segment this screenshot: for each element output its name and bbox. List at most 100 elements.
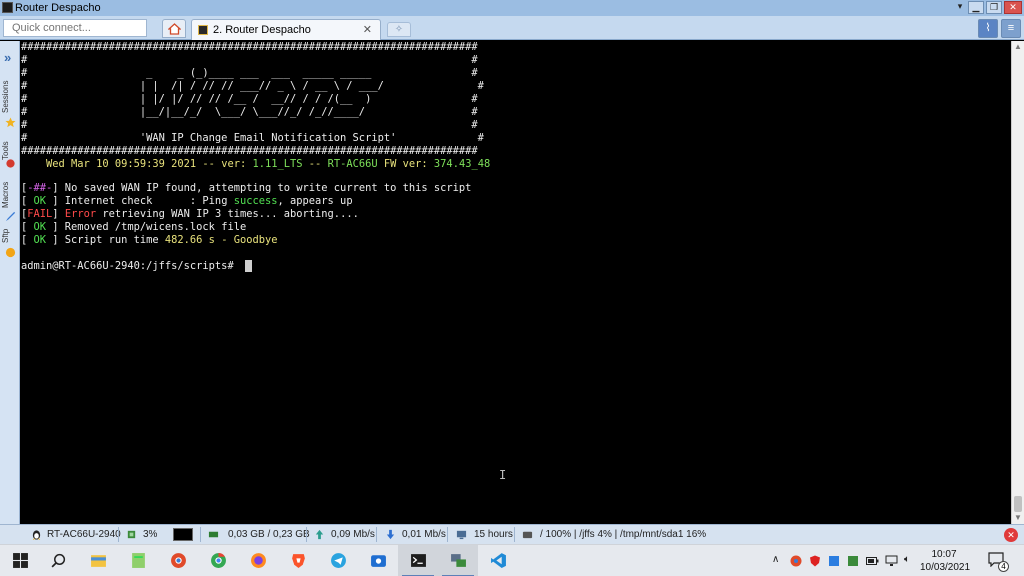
status-tag: FAIL xyxy=(27,208,53,220)
shield-tray-icon[interactable] xyxy=(809,555,821,567)
chrome-icon xyxy=(171,553,186,568)
divider xyxy=(376,527,377,542)
clock-date: 10/03/2021 xyxy=(920,562,971,573)
taskbar-firefox[interactable] xyxy=(238,545,278,576)
close-button[interactable]: ✕ xyxy=(1004,1,1022,14)
taskbar-file-explorer[interactable] xyxy=(78,545,118,576)
banner-line: # # xyxy=(21,119,478,131)
terminal-cursor xyxy=(245,260,252,272)
quick-connect-input[interactable] xyxy=(3,19,147,37)
memory-usage: 0,03 GB / 0,23 GB xyxy=(228,529,310,540)
minimize-button[interactable]: ▁ xyxy=(968,1,984,14)
bracket: [ xyxy=(21,234,34,246)
scroll-thumb[interactable] xyxy=(1014,496,1022,512)
taskbar-remote-app[interactable] xyxy=(358,545,398,576)
restore-button[interactable]: ❐ xyxy=(986,1,1002,14)
log-text: ] xyxy=(52,208,65,220)
sftp-globe-icon xyxy=(5,247,16,258)
log-text: , appears up xyxy=(277,195,353,207)
version-line: Wed Mar 10 09:59:39 2021 -- ver: 1.11_LT… xyxy=(21,158,490,171)
macro-pen-icon xyxy=(5,211,16,222)
log-text: retrieving WAN IP 3 times... aborting...… xyxy=(96,208,359,220)
new-tab-button[interactable]: ✧ xyxy=(387,22,411,37)
upload-speed: 0,09 Mb/s xyxy=(331,529,375,540)
monitor-icon xyxy=(456,530,467,540)
log-line: [FAIL] Error retrieving WAN IP 3 times..… xyxy=(21,208,359,221)
taskbar-network-app[interactable] xyxy=(438,545,478,576)
shell-prompt: admin@RT-AC66U-2940:/jffs/scripts# xyxy=(21,260,240,272)
terminal-output[interactable]: ########################################… xyxy=(21,41,1011,524)
taskbar-mobaxterm[interactable] xyxy=(398,545,438,576)
chrome-tray-icon[interactable] xyxy=(790,555,802,567)
uptime: 15 hours xyxy=(474,529,513,540)
session-tab-bar: 2. Router Despacho ✕ ✧ ⌇ ≡ xyxy=(0,16,1024,40)
divider xyxy=(200,527,201,542)
tab-router-despacho[interactable]: 2. Router Despacho ✕ xyxy=(191,19,381,40)
chrome-icon xyxy=(211,553,226,568)
volume-icon[interactable]: 🔈︎ xyxy=(904,554,910,565)
banner-line: # _ _ (_)____ ___ ___ _____ _____ # xyxy=(21,67,478,79)
search-button[interactable] xyxy=(38,545,78,576)
upload-arrow-icon xyxy=(315,529,324,540)
notification-count-badge: 4 xyxy=(998,561,1009,572)
firmware-label: FW ver: xyxy=(377,158,434,170)
system-clock[interactable]: 10:07 10/03/2021 xyxy=(920,548,971,574)
terminal-app-icon xyxy=(2,2,13,13)
taskbar-chrome[interactable] xyxy=(198,545,238,576)
cpu-graph xyxy=(173,528,193,541)
banner-line: # |__/|__/_/ \___/ \___//_/ /_//____/ # xyxy=(21,106,478,118)
taskbar-telegram[interactable] xyxy=(318,545,358,576)
home-tab-button[interactable] xyxy=(162,19,186,38)
disk-icon xyxy=(522,531,533,539)
status-tag: OK xyxy=(33,195,47,207)
window-menu-button[interactable]: ▾ xyxy=(954,1,966,14)
scroll-up-icon[interactable]: ▲ xyxy=(1012,41,1024,53)
network-icon[interactable] xyxy=(885,555,898,567)
scroll-down-icon[interactable]: ▼ xyxy=(1012,512,1024,524)
battery-icon[interactable] xyxy=(866,556,879,566)
tab-label: 2. Router Despacho xyxy=(213,24,311,36)
log-text: ] Removed /tmp/wicens.lock file xyxy=(46,221,247,233)
terminal-scrollbar[interactable]: ▲ ▼ xyxy=(1011,41,1024,524)
paperclip-icon: ⌇ xyxy=(985,22,991,34)
app-tray-icon[interactable] xyxy=(828,555,840,567)
banner-line: # 'WAN IP Change Email Notification Scri… xyxy=(21,132,484,144)
sidebar-tab-sessions[interactable]: Sessions xyxy=(1,74,19,119)
taskbar-notepad[interactable] xyxy=(118,545,158,576)
sidebar-tab-macros[interactable]: Macros xyxy=(1,175,19,215)
tools-icon xyxy=(6,159,15,168)
telegram-icon xyxy=(331,553,346,568)
disk-usage: / 100% | /jffs 4% | /tmp/mnt/sda1 16% xyxy=(540,529,707,540)
linux-tux-icon xyxy=(32,530,41,540)
download-arrow-icon xyxy=(386,529,395,540)
highlight-text: 482.66 s - Goodbye xyxy=(164,234,278,246)
status-tag: -##- xyxy=(27,182,53,194)
search-icon xyxy=(51,553,66,568)
windows-taskbar: ∧ 🔈︎ 10:07 10/03/2021 4 xyxy=(0,544,1024,576)
paperclip-button[interactable]: ⌇ xyxy=(978,19,998,38)
firmware-version: 374.43_48 xyxy=(433,158,491,170)
firefox-icon xyxy=(251,553,266,568)
sidebar-tab-sftp[interactable]: Sftp xyxy=(1,225,19,247)
highlight-text: success xyxy=(233,195,278,207)
divider xyxy=(118,527,119,542)
taskbar-brave[interactable] xyxy=(278,545,318,576)
log-line: [ OK ] Removed /tmp/wicens.lock file xyxy=(21,221,246,234)
close-status-icon[interactable]: ✕ xyxy=(1004,528,1018,542)
log-line: [ OK ] Internet check : Ping success, ap… xyxy=(21,195,353,208)
banner-line: ########################################… xyxy=(21,41,478,53)
hamburger-icon: ≡ xyxy=(1007,22,1015,34)
highlight-text: Error xyxy=(64,208,97,220)
folder-icon xyxy=(91,555,106,567)
log-line: [-##-] No saved WAN IP found, attempting… xyxy=(21,182,471,195)
start-button[interactable] xyxy=(0,545,40,576)
expand-sidebar-icon[interactable]: » xyxy=(4,50,11,65)
side-panel: » Sessions Tools Macros Sftp xyxy=(0,41,20,524)
menu-button[interactable]: ≡ xyxy=(1001,19,1021,38)
status-tag: OK xyxy=(33,221,47,233)
green-app-tray-icon[interactable] xyxy=(847,555,859,567)
show-hidden-icons-icon[interactable]: ∧ xyxy=(772,554,779,565)
taskbar-chrome-canary[interactable] xyxy=(158,545,198,576)
taskbar-vscode[interactable] xyxy=(478,545,518,576)
tab-close-icon[interactable]: ✕ xyxy=(363,23,372,36)
